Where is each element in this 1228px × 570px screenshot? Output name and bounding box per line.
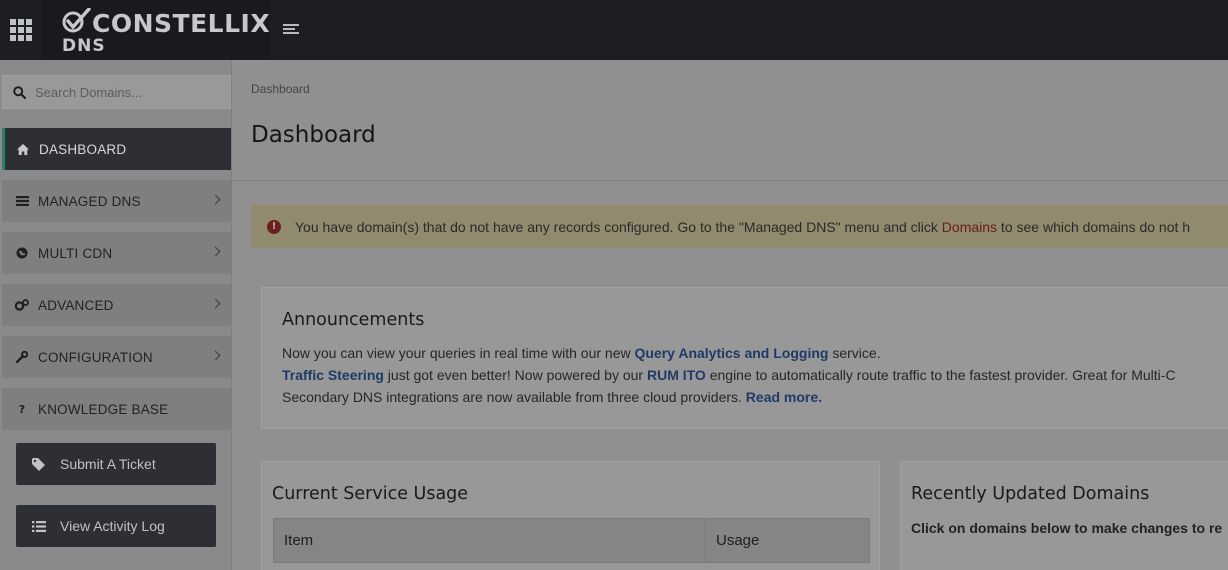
sidebar-item-label: MULTI CDN xyxy=(38,245,113,261)
sidebar-item-label: DASHBOARD xyxy=(39,141,127,157)
sidebar-item-label: ADVANCED xyxy=(38,297,114,313)
menu-toggle-icon[interactable] xyxy=(283,24,299,36)
search-icon xyxy=(13,86,26,99)
sidebar-item-knowledge-base[interactable]: ? KNOWLEDGE BASE xyxy=(2,388,231,430)
brand-name: CONSTELLIX xyxy=(92,9,271,38)
top-bar: CONSTELLIX DNS xyxy=(0,0,1228,60)
sidebar-item-managed-dns[interactable]: MANAGED DNS xyxy=(2,180,231,222)
page-title: Dashboard xyxy=(251,122,376,148)
announcement-line: Secondary DNS integrations are now avail… xyxy=(282,389,823,405)
alert-icon: ! xyxy=(267,219,281,234)
announcement-line: Traffic Steering just got even better! N… xyxy=(282,367,1176,383)
list-icon xyxy=(32,519,46,533)
sidebar-item-label: CONFIGURATION xyxy=(38,349,153,365)
recent-domains-panel: Recently Updated Domains Click on domain… xyxy=(900,461,1228,570)
recent-domains-subtitle: Click on domains below to make changes t… xyxy=(911,520,1223,536)
apps-grid-icon xyxy=(10,19,32,41)
view-activity-log-button[interactable]: View Activity Log xyxy=(16,505,216,547)
recent-domains-title: Recently Updated Domains xyxy=(911,484,1150,504)
sidebar-nav: DASHBOARD MANAGED DNS MULTI CDN ADVANCED xyxy=(2,128,231,440)
view-activity-log-label: View Activity Log xyxy=(60,518,165,534)
warning-alert: ! You have domain(s) that do not have an… xyxy=(251,204,1228,248)
chevron-right-icon xyxy=(210,298,221,309)
chevron-right-icon xyxy=(210,350,221,361)
globe-icon xyxy=(15,246,29,260)
sidebar-item-label: MANAGED DNS xyxy=(38,193,141,209)
column-header-usage[interactable]: Usage xyxy=(705,518,870,563)
usage-table: Item Usage xyxy=(273,518,870,563)
read-more-link[interactable]: Read more. xyxy=(746,389,822,405)
checkmark-logo-icon xyxy=(62,8,91,33)
list-icon xyxy=(15,194,29,208)
tag-icon xyxy=(32,457,46,471)
traffic-steering-link[interactable]: Traffic Steering xyxy=(282,367,384,383)
brand-logo[interactable]: CONSTELLIX DNS xyxy=(42,0,270,60)
submit-ticket-label: Submit A Ticket xyxy=(60,456,156,472)
sidebar-item-advanced[interactable]: ADVANCED xyxy=(2,284,231,326)
announcement-line: Now you can view your queries in real ti… xyxy=(282,345,881,361)
breadcrumb[interactable]: Dashboard xyxy=(251,82,310,96)
divider xyxy=(232,180,1228,181)
service-usage-panel: Current Service Usage Item Usage xyxy=(261,461,880,570)
sidebar-item-dashboard[interactable]: DASHBOARD xyxy=(2,128,231,170)
question-icon: ? xyxy=(18,402,26,416)
submit-ticket-button[interactable]: Submit A Ticket xyxy=(16,443,216,485)
sidebar: DASHBOARD MANAGED DNS MULTI CDN ADVANCED xyxy=(0,60,232,570)
chevron-right-icon xyxy=(210,194,221,205)
sidebar-item-configuration[interactable]: CONFIGURATION xyxy=(2,336,231,378)
sidebar-item-multi-cdn[interactable]: MULTI CDN xyxy=(2,232,231,274)
alert-text: You have domain(s) that do not have any … xyxy=(295,218,1191,235)
apps-menu-button[interactable] xyxy=(0,0,42,60)
service-usage-title: Current Service Usage xyxy=(272,484,469,504)
domain-search xyxy=(2,75,231,109)
gears-icon xyxy=(15,298,29,312)
column-header-item[interactable]: Item xyxy=(273,518,706,563)
announcements-panel: Announcements Now you can view your quer… xyxy=(261,287,1228,429)
wrench-icon xyxy=(15,350,29,364)
announcements-title: Announcements xyxy=(282,310,425,330)
chevron-right-icon xyxy=(210,246,221,257)
rum-ito-link[interactable]: RUM ITO xyxy=(647,367,706,383)
home-icon xyxy=(16,142,30,156)
main-content: Dashboard Dashboard ! You have domain(s)… xyxy=(232,60,1228,570)
brand-product: DNS xyxy=(62,36,106,56)
query-analytics-link[interactable]: Query Analytics and Logging xyxy=(635,345,829,361)
sidebar-item-label: KNOWLEDGE BASE xyxy=(38,401,169,417)
search-input[interactable] xyxy=(35,76,225,108)
domains-link[interactable]: Domains xyxy=(942,219,997,235)
